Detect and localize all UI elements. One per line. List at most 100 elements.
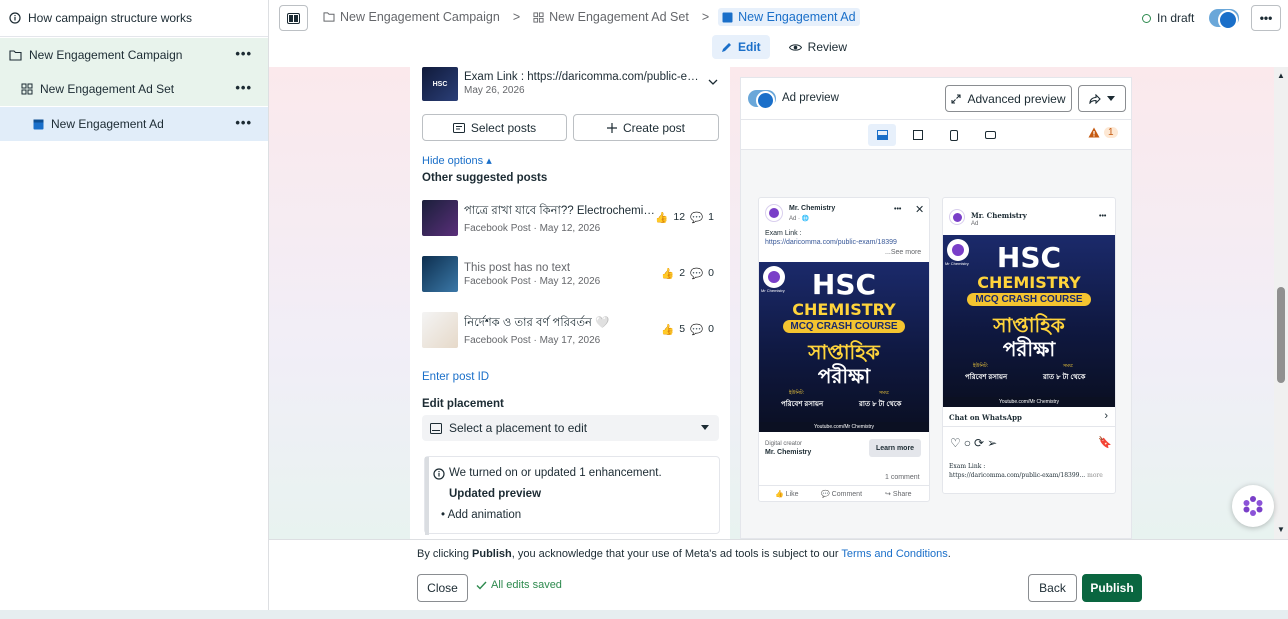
adset-more-button[interactable]: •••: [235, 81, 252, 94]
chevron-right-icon: ›: [1104, 410, 1108, 422]
ad-preview-toggle[interactable]: [748, 90, 776, 110]
selected-post[interactable]: HSC Exam Link : https://daricomma.com/pu…: [422, 67, 720, 105]
tab-review[interactable]: Review: [780, 35, 856, 59]
enter-post-id-link[interactable]: Enter post ID: [422, 371, 489, 383]
more-options-button[interactable]: •••: [1251, 5, 1281, 31]
creative-chemistry: CHEMISTRY: [977, 273, 1081, 292]
fb-comment-button[interactable]: 💬 Comment: [821, 490, 862, 498]
ad-label: New Engagement Ad: [51, 117, 164, 131]
ai-assistant-button[interactable]: [1232, 485, 1274, 527]
close-button[interactable]: Close: [417, 574, 468, 602]
campaign-more-button[interactable]: •••: [235, 47, 252, 60]
repost-icon[interactable]: ⟳: [974, 436, 987, 450]
bottom-bar: By clicking Publish, you acknowledge tha…: [269, 539, 1288, 610]
sidebar-item-ad[interactable]: New Engagement Ad •••: [0, 107, 268, 141]
share-preview-button[interactable]: [1078, 85, 1126, 112]
create-post-button[interactable]: Create post: [573, 114, 719, 141]
scroll-down-icon[interactable]: ▼: [1277, 525, 1285, 534]
fb-text-line: Exam Link :: [765, 230, 802, 237]
legal-publish: Publish: [472, 548, 512, 560]
breadcrumb-adset-label: New Engagement Ad Set: [549, 10, 689, 24]
ig-caption-more: more: [1087, 472, 1103, 479]
caret-down-icon: [1107, 96, 1115, 101]
grid-icon: [533, 11, 544, 23]
notice-item-label: Add animation: [447, 509, 522, 521]
tab-edit[interactable]: Edit: [712, 35, 770, 59]
sidebar-item-campaign[interactable]: New Engagement Campaign •••: [0, 38, 268, 72]
select-posts-button[interactable]: Select posts: [422, 114, 567, 141]
placement-select[interactable]: Select a placement to edit: [422, 415, 719, 441]
suggested-post-thumbnail: [422, 200, 458, 236]
creative-mcq: MCQ CRASH COURSE: [967, 293, 1091, 306]
comment-icon[interactable]: ○: [964, 436, 974, 450]
save-status: All edits saved: [476, 579, 562, 591]
sparkle-icon: [1242, 495, 1264, 517]
landscape-icon: [984, 131, 996, 139]
fb-share-label: Share: [892, 491, 912, 498]
heart-icon[interactable]: ♡: [950, 436, 964, 450]
info-icon: [9, 12, 21, 24]
format-feed-button[interactable]: [868, 124, 896, 146]
breadcrumb-campaign[interactable]: New Engagement Campaign: [319, 8, 504, 26]
ad-preview-panel: Ad preview Advanced preview 1 Mr. Chemis…: [740, 77, 1132, 539]
fb-cta-button[interactable]: Learn more: [869, 439, 921, 457]
fb-text-link: https://daricomma.com/public-exam/18399: [765, 239, 897, 246]
status-dot-icon: [1142, 13, 1151, 23]
terms-link[interactable]: Terms and Conditions: [841, 548, 947, 560]
breadcrumb-adset[interactable]: New Engagement Ad Set: [529, 8, 693, 26]
send-icon[interactable]: ➢: [987, 436, 1000, 450]
scrollbar-thumb[interactable]: [1277, 287, 1285, 383]
warnings-indicator[interactable]: 1: [1088, 127, 1118, 138]
notice-heading: Updated preview: [449, 488, 542, 500]
scroll-up-icon[interactable]: ▲: [1277, 71, 1285, 80]
format-landscape-button[interactable]: [976, 124, 1004, 146]
page-avatar: [949, 209, 965, 225]
fb-creator-name: Mr. Chemistry: [765, 449, 812, 456]
fb-share-button[interactable]: ↪ Share: [885, 490, 912, 498]
creative-subject: পরিবেশ রসায়ন: [781, 401, 824, 408]
create-post-label: Create post: [622, 120, 686, 135]
suggested-post-meta: Facebook Post · May 12, 2026: [464, 275, 601, 287]
caret-down-icon: [701, 425, 709, 430]
creative-bn2: পরীক্ষা: [817, 366, 871, 388]
ad-creative-image: Mr Chemistry HSC CHEMISTRY MCQ CRASH COU…: [943, 235, 1115, 407]
creative-subject-label: ইউনিট:: [789, 390, 805, 396]
placement-icon: [430, 422, 442, 434]
back-button[interactable]: Back: [1028, 574, 1077, 602]
advanced-preview-button[interactable]: Advanced preview: [945, 85, 1072, 112]
feed-icon: [876, 130, 888, 140]
tab-review-label: Review: [807, 40, 848, 54]
ad-creative-image: Mr Chemistry HSC CHEMISTRY MCQ CRASH COU…: [759, 262, 929, 432]
hide-options-link[interactable]: Hide options ▴: [422, 154, 492, 167]
edit-placement-heading: Edit placement: [422, 398, 504, 410]
suggested-post[interactable]: This post has no text Facebook Post · Ma…: [422, 254, 720, 294]
sidebar-item-adset[interactable]: New Engagement Ad Set •••: [0, 72, 268, 106]
suggested-post-meta: Facebook Post · May 17, 2026: [464, 335, 601, 346]
suggested-post[interactable]: নির্দেশক ও তার বর্ণ পরিবর্তন 🤍 Facebook …: [422, 310, 720, 350]
ad-more-button[interactable]: •••: [235, 116, 252, 129]
format-story-button[interactable]: [940, 124, 968, 146]
format-square-button[interactable]: [904, 124, 932, 146]
suggested-post[interactable]: পাত্রে রাখা যাবে কিনা?? Electrochemistr.…: [422, 198, 720, 238]
publish-button[interactable]: Publish: [1082, 574, 1142, 602]
creative-mcq: MCQ CRASH COURSE: [782, 320, 906, 333]
grid-icon: [21, 83, 33, 95]
draft-status: In draft: [1142, 11, 1194, 25]
bookmark-icon[interactable]: 🔖: [1098, 436, 1112, 449]
warning-icon: [1088, 127, 1100, 138]
post-thumbnail: HSC: [422, 67, 458, 101]
campaign-label: New Engagement Campaign: [29, 48, 183, 62]
breadcrumb-ad[interactable]: New Engagement Ad: [718, 8, 860, 26]
vertical-scrollbar[interactable]: ▲ ▼: [1274, 67, 1288, 539]
toggle-sidebar-button[interactable]: [279, 5, 308, 31]
placement-select-value: Select a placement to edit: [449, 421, 588, 435]
close-icon: ✕: [915, 204, 925, 216]
selected-post-date: May 26, 2026: [464, 85, 525, 96]
format-switcher: 1: [741, 120, 1131, 150]
ig-cta-bar[interactable]: Chat on WhatsApp ›: [943, 407, 1115, 427]
help-link[interactable]: How campaign structure works: [0, 0, 268, 37]
fb-like-button[interactable]: 👍 Like: [775, 490, 799, 498]
ad-on-toggle[interactable]: [1209, 9, 1239, 30]
fb-more-icon: •••: [894, 206, 902, 213]
chevron-down-icon[interactable]: [708, 79, 718, 85]
